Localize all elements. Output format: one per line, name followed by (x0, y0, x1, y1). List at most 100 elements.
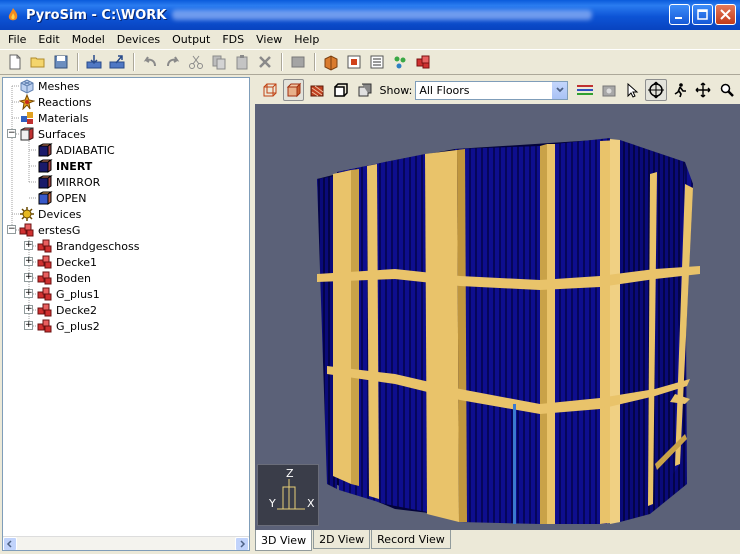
tree-item-inert[interactable]: INERT (37, 158, 92, 174)
tree-item-label: Reactions (38, 95, 92, 109)
new-vent-button[interactable] (366, 51, 388, 73)
menu-file[interactable]: File (2, 33, 32, 46)
decke2-expand-toggle[interactable]: + (24, 305, 33, 314)
new-file-icon (9, 54, 21, 70)
pan-tool-button[interactable] (693, 79, 715, 101)
scroll-left-button[interactable] (3, 537, 17, 550)
new-group-button[interactable] (412, 51, 434, 73)
delete-button[interactable] (254, 51, 276, 73)
save-button[interactable] (50, 51, 72, 73)
material-icon (19, 110, 35, 126)
new-hole-button[interactable] (343, 51, 365, 73)
cut-button[interactable] (185, 51, 207, 73)
group-icon (37, 270, 53, 286)
view-toolbar: Show: All Floors (255, 77, 740, 103)
g-plus2-expand-toggle[interactable]: + (24, 321, 33, 330)
group-icon (37, 254, 53, 270)
boden-expand-toggle[interactable]: + (24, 273, 33, 282)
tree-item-materials[interactable]: Materials (19, 110, 88, 126)
tree-item-meshes[interactable]: Meshes (19, 78, 79, 94)
zoom-tool-button[interactable] (716, 79, 738, 101)
navigation-tree: Meshes Reactions Materials − Surfaces AD… (2, 77, 250, 551)
export-button[interactable] (106, 51, 128, 73)
new-particle-button[interactable] (389, 51, 411, 73)
export-icon (109, 55, 125, 69)
show-label: Show: (379, 83, 413, 97)
floor-select[interactable]: All Floors (415, 80, 569, 100)
select-tool-button[interactable] (621, 79, 643, 101)
wireframe-icon (263, 83, 277, 97)
tree-item-open[interactable]: OPEN (37, 190, 86, 206)
import-icon (86, 55, 102, 69)
open-button[interactable] (27, 51, 49, 73)
menu-model[interactable]: Model (66, 33, 111, 46)
undo-button[interactable] (139, 51, 161, 73)
new-hole-icon (347, 55, 361, 69)
textured-view-button[interactable] (306, 79, 328, 101)
delete-icon (259, 56, 271, 68)
tab-3d-view[interactable]: 3D View (255, 530, 313, 551)
tab-2d-view[interactable]: 2D View (313, 530, 371, 549)
group-icon (37, 238, 53, 254)
close-icon (720, 9, 731, 20)
shaded-box-icon (358, 83, 372, 97)
tab-record-view[interactable]: Record View (371, 530, 451, 549)
g-plus1-expand-toggle[interactable]: + (24, 289, 33, 298)
solid-view-button[interactable] (282, 79, 305, 101)
tree-item-erstesg[interactable]: erstesG (19, 222, 80, 238)
erstesg-collapse-toggle[interactable]: − (7, 225, 16, 234)
color-toggle-button[interactable] (574, 79, 596, 101)
menu-devices[interactable]: Devices (111, 33, 166, 46)
new-obstruction-button[interactable] (320, 51, 342, 73)
view-tabs: 3D View 2D View Record View (255, 530, 740, 552)
paste-button[interactable] (231, 51, 253, 73)
menu-edit[interactable]: Edit (32, 33, 65, 46)
axis-orientation-widget: Z Y X (257, 464, 319, 526)
tree-item-brandgeschoss[interactable]: Brandgeschoss (37, 238, 139, 254)
menu-output[interactable]: Output (166, 33, 216, 46)
redo-button[interactable] (162, 51, 184, 73)
maximize-button[interactable] (692, 4, 713, 25)
smooth-view-button[interactable] (354, 79, 376, 101)
new-file-button[interactable] (4, 51, 26, 73)
floor-select-value: All Floors (419, 83, 470, 97)
wireframe-view-button[interactable] (259, 79, 281, 101)
new-vent-icon (370, 55, 384, 69)
tree-item-adiabatic[interactable]: ADIABATIC (37, 142, 115, 158)
surface-inert-icon (37, 158, 53, 174)
snapshot-button[interactable] (598, 79, 620, 101)
copy-button[interactable] (208, 51, 230, 73)
building-model-render[interactable] (255, 104, 740, 530)
menu-view[interactable]: View (250, 33, 288, 46)
minimize-button[interactable] (669, 4, 690, 25)
tree-item-mirror[interactable]: MIRROR (37, 174, 100, 190)
surfaces-collapse-toggle[interactable]: − (7, 129, 16, 138)
tree-item-devices[interactable]: Devices (19, 206, 81, 222)
decke1-expand-toggle[interactable]: + (24, 257, 33, 266)
brandgeschoss-expand-toggle[interactable]: + (24, 241, 33, 250)
tree-item-decke1[interactable]: Decke1 (37, 254, 97, 270)
3d-viewport[interactable]: Z Y X (255, 104, 740, 530)
tree-item-boden[interactable]: Boden (37, 270, 91, 286)
close-button[interactable] (715, 4, 736, 25)
import-button[interactable] (83, 51, 105, 73)
menu-fds[interactable]: FDS (216, 33, 250, 46)
tree-item-g-plus1[interactable]: G_plus1 (37, 286, 100, 302)
chevron-down-icon[interactable] (551, 81, 568, 99)
properties-button[interactable] (287, 51, 309, 73)
chevron-left-icon (6, 540, 12, 548)
walk-tool-button[interactable] (669, 79, 691, 101)
magnifier-icon (720, 83, 735, 97)
toolbar-separator (314, 53, 316, 71)
tree-item-g-plus2[interactable]: G_plus2 (37, 318, 100, 334)
tree-item-decke2[interactable]: Decke2 (37, 302, 97, 318)
tree-item-label: Meshes (38, 79, 80, 93)
tree-item-surfaces[interactable]: Surfaces (19, 126, 86, 142)
menu-help[interactable]: Help (288, 33, 325, 46)
tree-item-label: Surfaces (38, 127, 86, 141)
scroll-right-button[interactable] (235, 537, 249, 550)
tree-item-reactions[interactable]: Reactions (19, 94, 92, 110)
orbit-tool-button[interactable] (645, 79, 667, 101)
tree-horizontal-scrollbar[interactable] (3, 536, 249, 550)
outline-view-button[interactable] (330, 79, 352, 101)
